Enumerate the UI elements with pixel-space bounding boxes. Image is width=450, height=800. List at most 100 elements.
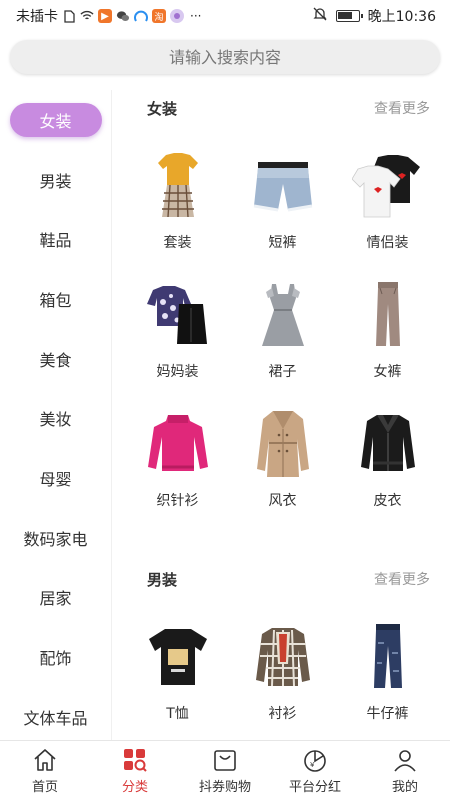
search-bar	[10, 40, 440, 74]
shopping-bag-icon	[214, 749, 236, 771]
category-item-shorts[interactable]: 短裤	[230, 134, 335, 263]
sidebar-item-sports-auto[interactable]: 文体车品	[0, 687, 111, 740]
couple-tshirts-image	[350, 150, 426, 222]
dividend-icon: ¥	[304, 749, 326, 772]
sidebar-item-beauty[interactable]: 美妆	[0, 388, 111, 448]
svg-text:¥: ¥	[310, 761, 315, 769]
trench-coat-image	[245, 408, 321, 480]
category-item-label: 套装	[163, 235, 192, 251]
wifi-icon	[80, 9, 94, 23]
mom-outfit-image	[140, 279, 216, 351]
category-item-label: 风衣	[268, 493, 297, 509]
section-title: 男装	[147, 570, 178, 589]
category-item-womens-pants[interactable]: 女裤	[335, 263, 440, 392]
sidebar-item-label: 男装	[39, 171, 72, 191]
category-item-label: 女裤	[373, 364, 402, 380]
category-item-trench-coat[interactable]: 风衣	[230, 392, 335, 521]
sidebar-item-label: 美食	[39, 350, 72, 370]
profile-icon	[394, 749, 416, 772]
category-content: 女装 查看更多 套装 短裤 情侣装 妈妈装 裙子 女裤 织针衫 风衣 皮衣 男装…	[113, 82, 450, 740]
sidebar-item-label: 箱包	[39, 290, 72, 310]
category-item-tshirt[interactable]: T恤	[125, 605, 230, 734]
tab-label: 分类	[121, 779, 148, 795]
app-icon	[170, 9, 184, 23]
category-item-outfit-set[interactable]: 套装	[125, 134, 230, 263]
bottom-tab-bar: 首页 分类 抖券购物 ¥ 平台分红 我的	[0, 740, 450, 800]
tshirt-image	[140, 621, 216, 693]
category-item-jeans[interactable]: 牛仔裤	[335, 605, 440, 734]
sidebar-item-shoes[interactable]: 鞋品	[0, 209, 111, 269]
search-input[interactable]	[10, 40, 440, 74]
outfit-set-image	[140, 150, 216, 222]
more-indicator: ···	[190, 9, 202, 23]
tab-label: 平台分红	[288, 779, 341, 795]
sweater-image	[140, 408, 216, 480]
product-grid: 套装 短裤 情侣装 妈妈装 裙子 女裤 织针衫 风衣 皮衣	[113, 134, 450, 521]
sidebar-item-label: 居家	[39, 589, 72, 609]
tab-home[interactable]: 首页	[0, 741, 90, 800]
sidebar-item-food[interactable]: 美食	[0, 329, 111, 389]
video-app-icon: ▶	[98, 9, 112, 23]
sidebar-item-home[interactable]: 居家	[0, 568, 111, 628]
category-item-label: 妈妈装	[156, 364, 199, 380]
tab-platform-dividend[interactable]: ¥ 平台分红	[270, 741, 360, 800]
view-more-link[interactable]: 查看更多	[374, 569, 430, 589]
tab-label: 我的	[391, 779, 418, 795]
category-sidebar: 女装 男装 鞋品 箱包 美食 美妆 母婴 数码家电 居家 配饰 文体车品	[0, 90, 112, 740]
sidebar-item-label: 文体车品	[23, 708, 88, 728]
section-title: 女装	[147, 99, 178, 118]
sidebar-item-label: 数码家电	[23, 529, 88, 549]
section-header: 女装 查看更多	[113, 82, 450, 134]
sim-icon	[62, 9, 76, 23]
category-item-label: 织针衫	[156, 493, 199, 509]
category-item-label: 短裤	[268, 235, 297, 251]
category-item-label: 衬衫	[268, 706, 297, 722]
sidebar-item-label: 美妆	[39, 410, 72, 430]
dress-image	[245, 279, 321, 351]
tab-label: 抖券购物	[198, 779, 251, 795]
sidebar-item-baby[interactable]: 母婴	[0, 448, 111, 508]
home-icon	[34, 748, 56, 771]
battery-icon	[335, 10, 363, 22]
shorts-image	[245, 150, 321, 222]
category-item-dress[interactable]: 裙子	[230, 263, 335, 392]
sidebar-item-label: 配饰	[39, 649, 72, 669]
category-item-mom-wear[interactable]: 妈妈装	[125, 263, 230, 392]
jeans-image	[350, 621, 426, 693]
view-more-link[interactable]: 查看更多	[374, 98, 430, 118]
mute-icon	[312, 6, 328, 26]
carrier-text: 未插卡	[16, 9, 58, 25]
sidebar-item-label: 鞋品	[39, 231, 72, 251]
category-item-leather-jacket[interactable]: 皮衣	[335, 392, 440, 521]
wechat-icon	[116, 9, 130, 23]
category-item-label: 裙子	[268, 364, 297, 380]
tab-coupon-shopping[interactable]: 抖券购物	[180, 741, 270, 800]
category-item-couple-wear[interactable]: 情侣装	[335, 134, 440, 263]
plaid-shirt-image	[245, 621, 321, 693]
browser-icon	[134, 9, 148, 23]
section-womens: 女装 查看更多 套装 短裤 情侣装 妈妈装 裙子 女裤 织针衫 风衣 皮衣	[113, 82, 450, 521]
womens-pants-image	[350, 279, 426, 351]
product-grid: T恤 衬衫 牛仔裤	[113, 605, 450, 734]
category-item-label: T恤	[166, 706, 189, 722]
category-item-shirt[interactable]: 衬衫	[230, 605, 335, 734]
section-mens: 男装 查看更多 T恤 衬衫 牛仔裤	[113, 553, 450, 734]
sidebar-item-mens[interactable]: 男装	[0, 150, 111, 210]
sidebar-item-womens[interactable]: 女装	[0, 90, 111, 150]
tab-label: 首页	[31, 779, 58, 795]
sidebar-item-electronics[interactable]: 数码家电	[0, 508, 111, 568]
sidebar-item-accessories[interactable]: 配饰	[0, 627, 111, 687]
leather-jacket-image	[350, 408, 426, 480]
category-icon	[124, 748, 147, 772]
section-header: 男装 查看更多	[113, 553, 450, 605]
tab-profile[interactable]: 我的	[360, 741, 450, 800]
sidebar-item-label: 母婴	[39, 469, 72, 489]
category-item-knitwear[interactable]: 织针衫	[125, 392, 230, 521]
taobao-icon: 淘	[152, 9, 166, 23]
tab-category[interactable]: 分类	[90, 741, 180, 800]
clock-text: 晚上10:36	[367, 9, 436, 25]
status-bar: 未插卡 ▶ 淘 ··· 晚上10:36	[0, 0, 450, 32]
category-item-label: 皮衣	[373, 493, 402, 509]
category-item-label: 牛仔裤	[366, 706, 409, 722]
sidebar-item-bags[interactable]: 箱包	[0, 269, 111, 329]
